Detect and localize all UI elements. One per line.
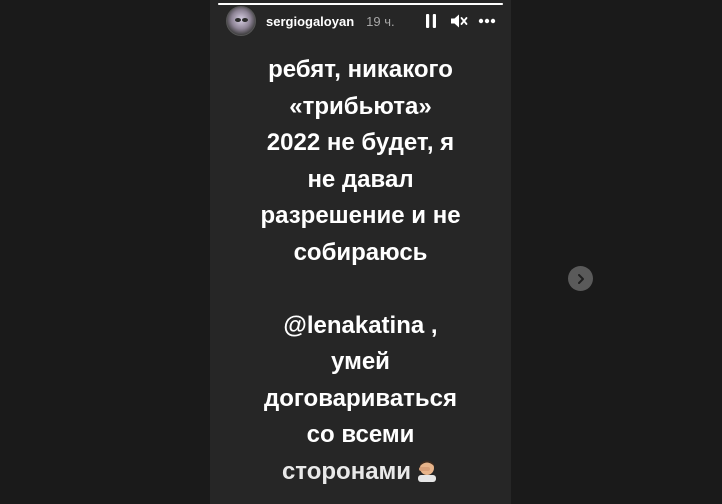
next-story-button[interactable]	[568, 266, 593, 291]
story-text-line: «трибьюта»	[289, 92, 432, 120]
story-text-line: 2022 не будет, я	[266, 129, 455, 156]
story-progress-fill	[218, 3, 503, 5]
story-text-line: разрешение и не	[260, 202, 461, 229]
story-text-spacer	[210, 271, 511, 308]
story-text-line: умей	[331, 348, 390, 375]
avatar-eye	[242, 18, 248, 22]
story-text: ребят, никакого «трибьюта» 2022 не будет…	[210, 52, 511, 493]
volume-muted-icon	[451, 14, 468, 28]
story-header: sergiogaloyan 19 ч.	[226, 6, 497, 36]
avatar[interactable]	[226, 6, 256, 36]
header-actions	[421, 11, 497, 31]
story-text-line: собираюсь	[293, 238, 428, 266]
story-card[interactable]: sergiogaloyan 19 ч. ребят, никакого «три…	[210, 0, 511, 504]
story-timestamp: 19 ч.	[366, 13, 395, 29]
mention-suffix: ,	[424, 311, 438, 339]
chevron-right-icon	[577, 273, 584, 284]
avatar-eye	[235, 18, 241, 22]
story-text-last-word: сторонами	[281, 457, 412, 485]
story-text-line: сторонами	[210, 454, 511, 494]
mute-button[interactable]	[449, 11, 469, 31]
more-options-icon	[478, 18, 496, 24]
story-text-line: договариваться	[263, 384, 458, 412]
story-text-line: со всеми	[306, 421, 415, 448]
more-options-button[interactable]	[477, 11, 497, 31]
story-viewer: sergiogaloyan 19 ч. ребят, никакого «три…	[0, 0, 722, 504]
story-text-line: не давал	[307, 165, 414, 193]
story-text-line: @lenakatina ,	[210, 308, 511, 345]
pause-icon	[426, 14, 436, 28]
story-progress-bar	[218, 3, 503, 5]
mention-link[interactable]: @lenakatina	[283, 312, 424, 339]
pause-button[interactable]	[421, 11, 441, 31]
man-facepalming-emoji	[415, 457, 439, 494]
username-link[interactable]: sergiogaloyan	[266, 14, 354, 29]
story-text-line: ребят, никакого	[268, 56, 453, 83]
